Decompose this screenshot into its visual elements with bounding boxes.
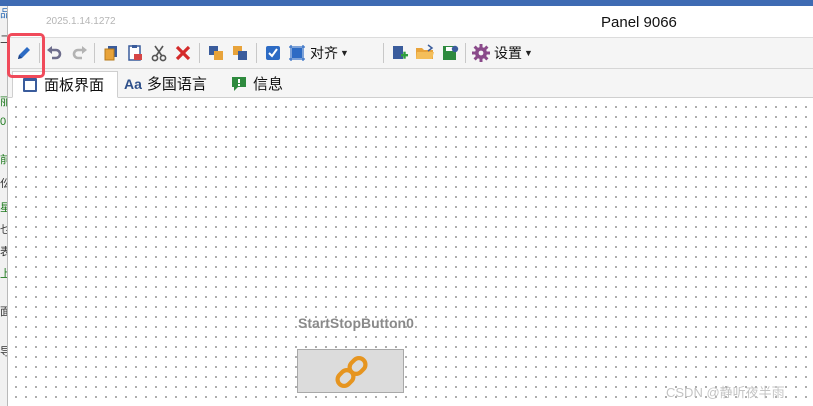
save-icon	[443, 45, 459, 60]
delete-button[interactable]	[172, 42, 194, 64]
adjacent-window-strip: 品 二 丽 0 前 仫 星 乜 表 上 面 导	[0, 6, 8, 406]
send-back-button[interactable]	[229, 42, 251, 64]
start-stop-button-control[interactable]	[297, 349, 404, 393]
tab-panel-ui[interactable]: 面板界面	[12, 71, 118, 98]
redo-icon	[72, 46, 87, 60]
panel-title: Panel 9066	[601, 14, 677, 31]
copy-icon	[104, 46, 117, 61]
select-all-button[interactable]	[262, 42, 284, 64]
toolbar-separator	[256, 43, 257, 63]
title-bar: 2025.1.14.1272 Panel 9066	[8, 6, 813, 38]
checkbox-icon	[266, 46, 280, 60]
cut-button[interactable]	[148, 42, 170, 64]
delete-x-icon	[175, 45, 191, 61]
redo-button[interactable]	[68, 42, 90, 64]
strip-char: 丽	[0, 96, 7, 108]
undo-button[interactable]	[44, 42, 66, 64]
strip-char: 星	[0, 202, 7, 214]
paste-icon	[128, 45, 142, 61]
control-name-label: StartStopButton0	[298, 315, 414, 331]
undo-icon	[47, 46, 62, 60]
strip-char: 表	[0, 246, 7, 258]
tab-label: 多国语言	[146, 76, 207, 93]
tab-label: 面板界面	[44, 77, 105, 94]
link-icon	[335, 355, 368, 389]
bring-front-button[interactable]	[205, 42, 227, 64]
design-canvas[interactable]: StartStopButton0	[8, 98, 813, 406]
paste-button[interactable]	[124, 42, 146, 64]
tab-label: 信息	[253, 76, 284, 93]
tab-info[interactable]: 信息	[228, 71, 300, 96]
strip-char: 0	[0, 116, 7, 128]
copy-button[interactable]	[100, 42, 122, 64]
strip-char: 二	[0, 34, 7, 46]
align-menu-button[interactable]: 对齐 ▼	[287, 42, 379, 64]
pencil-icon	[18, 47, 30, 59]
watermark: CSDN @静听夜半雨	[666, 385, 785, 400]
toolbar: 对齐 ▼ 设置 ▼	[8, 38, 813, 69]
folder-icon	[416, 44, 434, 59]
save-button[interactable]	[439, 42, 461, 64]
send-back-icon	[233, 46, 247, 60]
toolbar-separator	[94, 43, 95, 63]
align-label: 对齐	[310, 45, 338, 61]
chevron-down-icon: ▼	[524, 48, 533, 58]
scissors-icon	[151, 45, 167, 62]
strip-char: 品	[0, 8, 7, 20]
strip-char: 导	[0, 346, 7, 358]
add-button[interactable]	[389, 42, 411, 64]
strip-char: 前	[0, 154, 7, 166]
font-aa-icon: Aa	[124, 75, 142, 92]
toolbar-separator	[465, 43, 466, 63]
bring-front-icon	[209, 46, 223, 60]
settings-menu-button[interactable]: 设置 ▼	[471, 42, 551, 64]
add-file-icon	[393, 46, 408, 59]
tab-languages[interactable]: Aa 多国语言	[120, 71, 224, 96]
settings-label: 设置	[494, 45, 522, 61]
chevron-down-icon: ▼	[340, 48, 349, 58]
toolbar-separator	[383, 43, 384, 63]
tab-bar: 面板界面 Aa 多国语言 信息	[8, 69, 813, 98]
strip-char: 乜	[0, 224, 7, 236]
edit-button[interactable]	[12, 42, 36, 64]
toolbar-separator	[199, 43, 200, 63]
panel-icon	[23, 77, 37, 92]
open-button[interactable]	[413, 42, 437, 64]
strip-char: 仫	[0, 178, 7, 190]
message-icon	[232, 76, 246, 91]
version-label: 2025.1.14.1272	[46, 16, 116, 27]
toolbar-separator	[39, 43, 40, 63]
align-icon	[289, 45, 305, 61]
app-window: 品 二 丽 0 前 仫 星 乜 表 上 面 导 2025.1.14.1272 P…	[0, 0, 813, 406]
strip-char: 上	[0, 268, 7, 280]
gear-icon	[472, 44, 490, 62]
strip-char: 面	[0, 306, 7, 318]
